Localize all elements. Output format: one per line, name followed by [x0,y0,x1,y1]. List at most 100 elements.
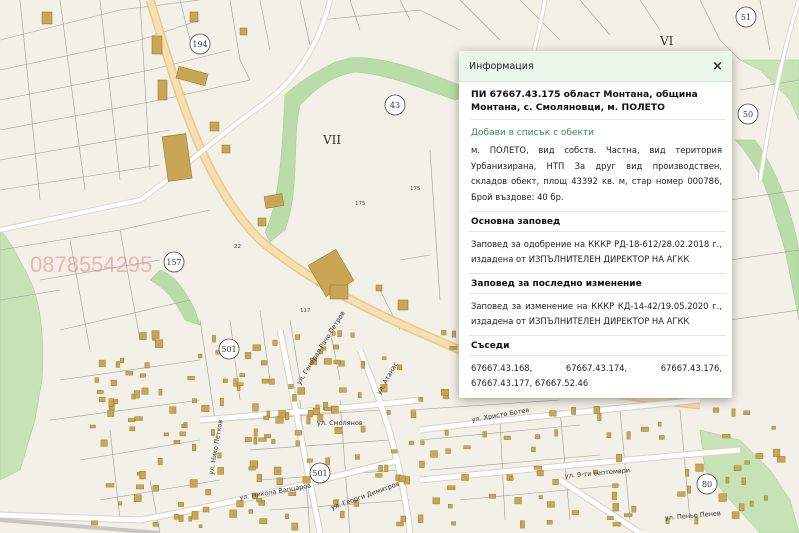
house [127,418,136,422]
info-panel-body: ПИ 67667.43.175 област Монтана, община М… [459,82,732,391]
house [253,428,258,437]
house [129,426,135,432]
house [202,506,210,513]
house [324,407,332,411]
house [198,353,203,359]
section-text-neighbours: 67667.43.168, 67667.43.174, 67667.43.176… [471,363,722,388]
house [173,514,180,520]
house [133,494,142,502]
house [331,406,339,414]
section-text-last-change: Заповед за изменение на КККР КД-14-42/19… [471,301,722,326]
house [624,513,633,517]
section-title-main-order: Основна заповед [469,211,726,232]
house [658,421,662,427]
house [463,445,471,450]
house [152,522,159,527]
house [276,477,283,485]
house [205,489,212,496]
info-panel: Информация × ПИ 67667.43.175 област Монт… [459,51,732,398]
house [358,392,362,399]
house [201,405,210,412]
house [741,477,746,485]
house [430,450,438,458]
house [89,424,96,429]
house [743,410,751,415]
house [285,513,289,519]
house [178,502,184,507]
house [315,404,320,409]
house [452,330,456,338]
house [448,504,453,509]
house [288,384,294,389]
house [514,497,522,505]
house [447,485,456,491]
house [237,382,244,386]
close-button[interactable]: × [712,60,723,73]
house [536,470,544,477]
house [386,410,391,415]
house [100,439,108,447]
house [269,378,275,385]
house [139,332,147,341]
house [733,465,742,471]
house [534,434,541,440]
house [441,330,447,336]
house [163,432,169,437]
house [408,440,414,446]
house [239,373,246,377]
house [771,426,776,430]
house [223,378,228,383]
house [606,516,614,521]
house [334,427,343,434]
house [612,503,620,512]
house [382,356,387,360]
house [375,473,383,478]
house [626,431,631,440]
house [597,412,602,421]
house [549,410,557,417]
house [217,467,224,475]
phone-watermark: 0878554295 [30,252,152,277]
house [378,464,383,472]
house [631,506,637,513]
house [187,376,195,381]
small-number: 175 [355,201,366,207]
house [261,378,270,384]
house [188,516,192,522]
small-number: 22 [234,244,241,250]
house [198,524,203,529]
add-to-list-link[interactable]: Добави в списък с обекти [471,128,722,138]
house [685,469,690,477]
street-label: ул. Смолянов [317,419,363,427]
house [98,359,106,367]
house [461,474,469,481]
house [755,453,764,459]
house [125,371,134,376]
house [173,440,181,445]
house [538,495,543,499]
house [244,437,252,442]
house [263,415,269,420]
house [503,435,511,440]
house [252,344,261,351]
house [520,520,525,529]
house [295,440,300,446]
house [449,346,458,350]
section-title-last-change: Заповед за последно изменение [469,273,726,294]
small-number: 117 [300,308,311,314]
house [295,334,301,340]
house [158,389,163,396]
house [731,408,736,417]
house [272,339,278,346]
house [278,410,286,418]
house [571,407,576,415]
house [571,510,579,516]
house [118,501,123,506]
house [612,522,621,527]
house [531,446,536,452]
house [134,416,143,421]
house [139,471,146,480]
house [616,454,622,463]
house [264,434,271,439]
house [739,503,745,511]
